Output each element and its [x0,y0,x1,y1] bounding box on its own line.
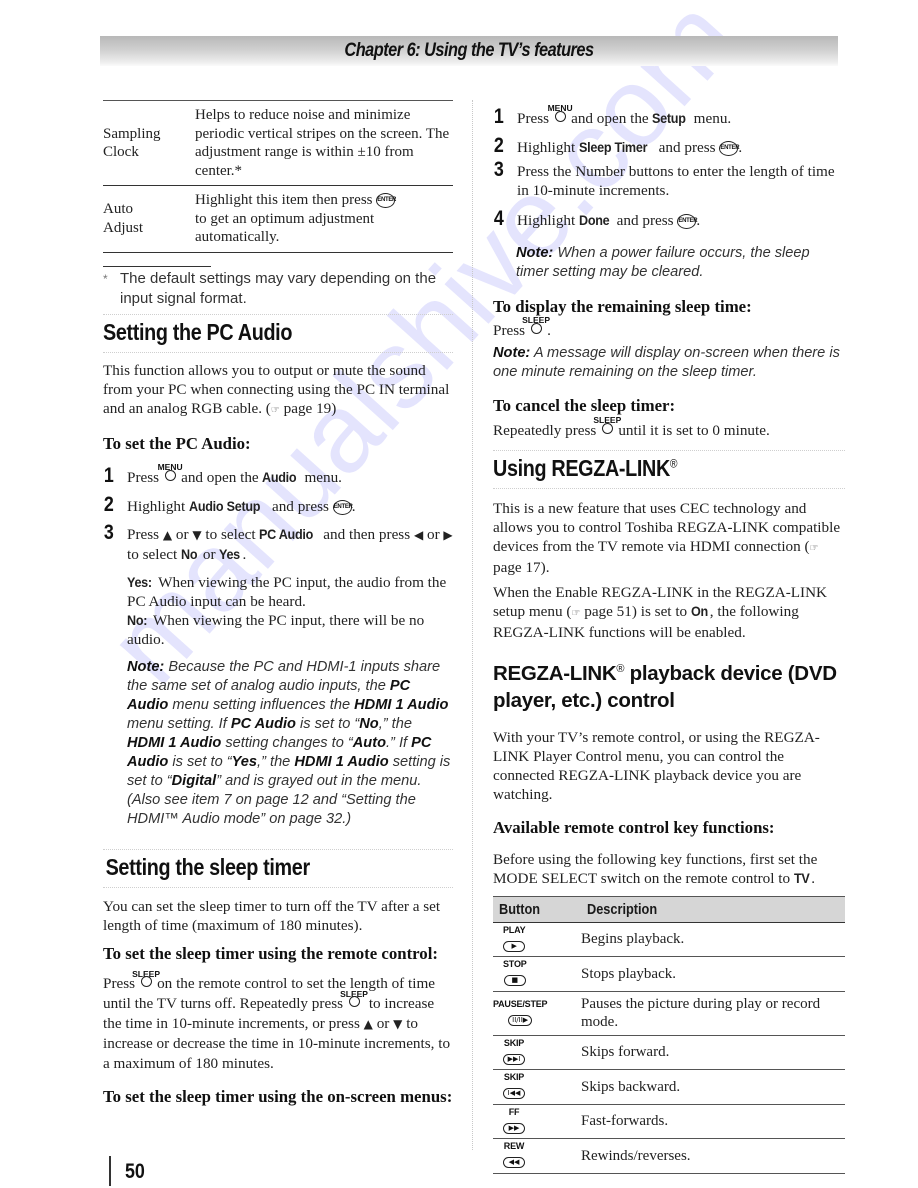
skip-forward-button-icon: SKIP ▶▶I [503,1037,525,1065]
table-header-row: Button Description [493,896,845,923]
enter-icon: ENTER [332,499,353,515]
divider [493,450,845,451]
menu-button-icon: MENU [158,462,183,482]
column-header-description: Description [587,900,658,918]
subheading-set-pc-audio: To set the PC Audio: [103,433,251,453]
key-description: Begins playback. [581,922,845,958]
divider [103,848,453,850]
key-functions-intro: Before using the following key functions… [493,850,818,887]
subheading-remote-control: To set the sleep timer using the remote … [103,943,438,963]
right-arrow-icon: ▶ [443,527,453,542]
table-row: REW ◀◀ Rewinds/reverses. [493,1138,845,1174]
table-row: Auto Adjust Highlight this item then pres… [103,186,453,252]
sleep-timer-intro: You can set the sleep timer to turn off … [103,897,441,934]
left-column: Sampling Clock Helps to reduce noise and … [103,100,453,1107]
stop-button-icon: STOP ■ [503,959,527,987]
footnote-rule [103,265,211,267]
table-row: PLAY ▶ Begins playback. [493,922,845,958]
key-description: Rewinds/reverses. [581,1138,845,1174]
table-row: SKIP I◀◀ Skips backward. [493,1069,845,1105]
key-description: Skips forward. [581,1035,845,1071]
sleep-button-icon: SLEEP [340,989,368,1008]
key-description: Skips backward. [581,1069,845,1105]
setting-name: Auto Adjust [103,201,144,236]
key-description: Stops playback. [581,956,845,992]
table-row: STOP ■ Stops playback. [493,956,845,992]
fast-forward-button-icon: FF ▶▶ [503,1107,525,1136]
sleep-button-icon: SLEEP [593,415,621,435]
down-arrow-icon: ▼ [192,527,202,542]
sleep-remote-instructions: Press SLEEP on the remote control to set t… [103,968,451,1072]
column-header-button: Button [499,900,541,918]
section-heading-regza-link: Using REGZA-LINK® [493,455,678,481]
up-arrow-icon: ▲ [162,527,173,542]
pause-step-button-icon: PAUSE/STEP II/II▶ [493,998,548,1026]
key-description: Fast-forwards. [581,1104,845,1140]
column-divider [472,100,473,1150]
chapter-title: Chapter 6: Using the TV’s features [344,40,594,61]
regza-enable-text: When the Enable REGZA-LINK in the REGZA-… [493,584,828,641]
section-heading-playback-control: REGZA-LINK® playback device (DVD player,… [493,661,837,712]
section-heading-sleep-timer: Setting the sleep timer [105,853,311,880]
enter-icon: ENTER [376,193,396,209]
footnote: * The default settings may vary depending… [103,269,437,307]
page-number: 50 [125,1160,145,1183]
pc-audio-note: Note: Because the PC and HDMI-1 inputs s… [127,658,451,827]
right-column: 1 Press MENU and open the Setup menu. 2 Hi… [493,100,845,1174]
divider [103,351,453,353]
playback-intro: With your TV’s remote control, or using … [493,728,820,803]
cancel-instructions: Repeatedly press SLEEP until it is set to … [493,415,770,439]
menu-button-icon: MENU [548,103,573,123]
table-row: SKIP ▶▶I Skips forward. [493,1035,845,1071]
enter-icon: ENTER [677,214,698,230]
sleep-step-4: 4 Highlight Done and press ENTER. [493,207,701,230]
no-option: No: When viewing the PC input, there wil… [127,611,425,648]
rewind-button-icon: REW ◀◀ [503,1141,525,1169]
yes-option: Yes: When viewing the PC input, the audi… [127,573,447,610]
step-2: 2 Highlight Audio Setup and press ENTER. [103,492,356,516]
settings-table: Sampling Clock Helps to reduce noise and … [103,100,453,253]
setting-description: Helps to reduce noise and minimize perio… [195,107,450,179]
regza-intro: This is a new feature that uses CEC tech… [493,500,841,576]
divider [103,886,453,888]
divider [103,313,453,315]
play-button-icon: PLAY ▶ [503,924,526,952]
table-row: Sampling Clock Helps to reduce noise and … [103,100,453,186]
sleep-step-2: 2 Highlight Sleep Timer and press ENTER. [493,134,743,157]
skip-backward-button-icon: SKIP I◀◀ [503,1072,525,1100]
setting-name: Sampling Clock [103,125,161,161]
sleep-button-icon: SLEEP [522,315,550,335]
setting-description: Highlight this item then press ENTER to g… [195,192,397,245]
sleep-step-1: 1 Press MENU and open the Setup menu. [493,103,732,128]
reference-icon: ☞ [270,404,280,416]
chapter-banner: Chapter 6: Using the TV’s features [100,36,838,66]
reference-icon: ☞ [571,608,581,619]
down-arrow-icon: ▼ [393,1016,403,1031]
display-instructions: Press SLEEP. [493,315,551,339]
up-arrow-icon: ▲ [363,1016,373,1031]
sleep-button-icon: SLEEP [132,969,160,988]
key-description: Pauses the picture during play or record… [581,991,845,1036]
subheading-key-functions: Available remote control key functions: [493,817,775,837]
subheading-cancel: To cancel the sleep timer: [493,396,676,415]
power-failure-note: Note: When a power failure occurs, the s… [516,245,810,280]
asterisk-icon: * [103,271,108,286]
table-row: PAUSE/STEP II/II▶ Pauses the picture duri… [493,991,845,1036]
table-row: FF ▶▶ Fast-forwards. [493,1104,845,1140]
remote-key-table: Button Description PLAY ▶ Begins playback… [493,896,845,1174]
enter-icon: ENTER [719,141,740,157]
divider [493,488,845,489]
page-number-bar [109,1156,111,1186]
step-3: 3 Press ▲ or ▼ to select PC Audio and th… [103,520,453,827]
pc-audio-intro: This function allows you to output or mu… [103,361,450,417]
section-heading-pc-audio: Setting the PC Audio [103,318,293,345]
reference-icon: ☞ [809,543,819,554]
subheading-on-screen-menus: To set the sleep timer using the on-scre… [103,1086,453,1106]
one-minute-note: Note: A message will display on-screen w… [493,345,840,380]
step-1: 1 Press MENU and open the Audio menu. [103,461,342,487]
left-arrow-icon: ◀ [413,527,424,542]
sleep-step-3: 3 Press the Number buttons to enter the … [493,158,835,199]
